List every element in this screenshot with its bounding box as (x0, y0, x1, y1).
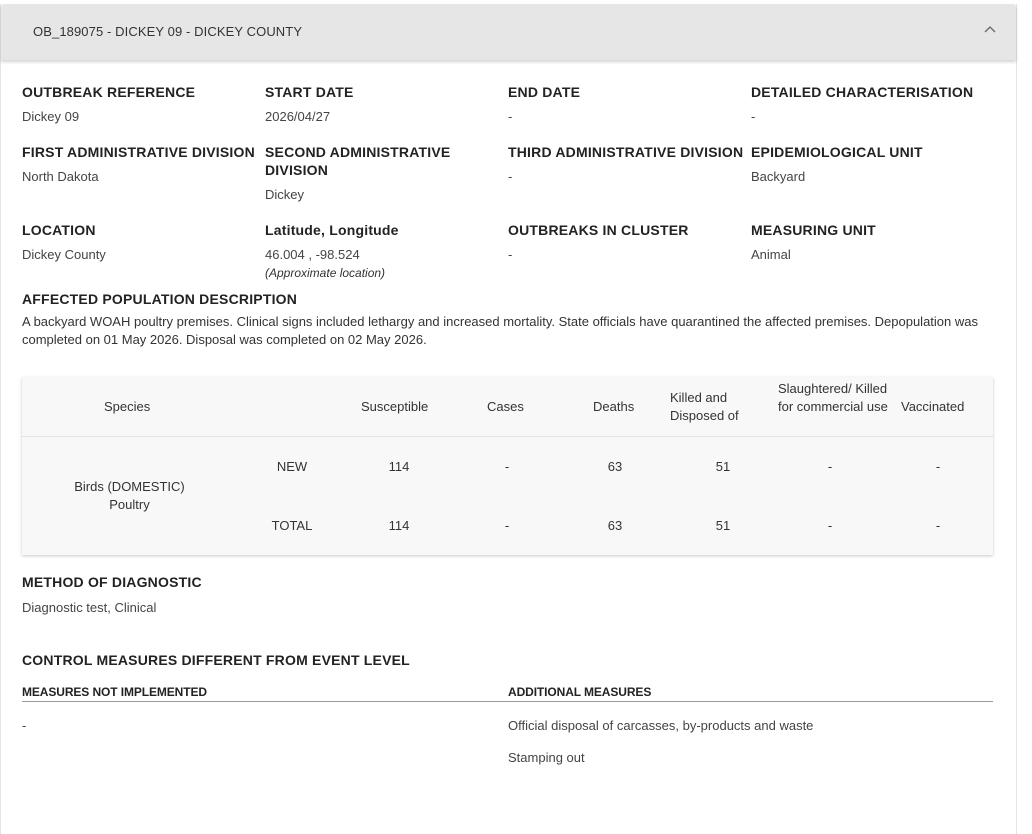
cell-vaccinated: - (935, 459, 941, 474)
cell-slaughtered: - (827, 518, 833, 533)
additional-measure-item: Stamping out (508, 750, 585, 765)
cell-slaughtered: - (827, 459, 833, 474)
field-epidemiological-unit: EPIDEMIOLOGICAL UNIT Backyard (751, 143, 987, 185)
additional-measure-item: Official disposal of carcasses, by-produ… (508, 718, 814, 733)
outbreak-panel-header[interactable]: OB_189075 - DICKEY 09 - DICKEY COUNTY (1, 4, 1016, 60)
field-label: MEASURING UNIT (751, 222, 876, 238)
species-cell: Birds (DOMESTIC) Poultry (52, 478, 207, 514)
field-third-admin-division: THIRD ADMINISTRATIVE DIVISION - (508, 143, 748, 185)
row-type: NEW (276, 459, 308, 474)
field-label: DETAILED CHARACTERISATION (751, 84, 974, 100)
species-table: Species Susceptible Cases Deaths Killed … (22, 377, 993, 555)
divider (22, 701, 993, 702)
approximate-location-note: (Approximate location) (265, 266, 386, 280)
field-first-admin-division: FIRST ADMINISTRATIVE DIVISION North Dako… (22, 143, 262, 185)
field-value: Backyard (751, 169, 806, 184)
field-measuring-unit: MEASURING UNIT Animal (751, 221, 987, 263)
field-value: 46.004 , -98.524 (265, 247, 360, 262)
cell-vaccinated: - (935, 518, 941, 533)
field-label: FIRST ADMINISTRATIVE DIVISION (22, 144, 255, 160)
additional-measures-label: ADDITIONAL MEASURES (508, 685, 652, 699)
cell-deaths: 63 (607, 459, 623, 474)
field-value: Dickey (265, 187, 305, 202)
th-species: Species (104, 399, 151, 414)
field-detailed-characterisation: DETAILED CHARACTERISATION - (751, 83, 1001, 125)
field-label: START DATE (265, 84, 354, 100)
field-label: EPIDEMIOLOGICAL UNIT (751, 144, 923, 160)
field-label: LOCATION (22, 222, 96, 238)
field-label: Latitude, Longitude (265, 222, 399, 238)
diagnostic-label: METHOD OF DIAGNOSTIC (22, 574, 202, 590)
field-value: - (751, 109, 756, 124)
outbreak-title: OB_189075 - DICKEY 09 - DICKEY COUNTY (33, 24, 303, 39)
field-value: - (508, 247, 513, 262)
measures-not-implemented-label: MEASURES NOT IMPLEMENTED (22, 685, 207, 699)
field-value: Dickey 09 (22, 109, 80, 124)
cell-deaths: 63 (607, 518, 623, 533)
field-label: SECOND ADMINISTRATIVE DIVISION (265, 144, 451, 178)
field-value: - (508, 169, 513, 184)
row-type: TOTAL (271, 518, 313, 533)
th-vaccinated: Vaccinated (901, 399, 965, 414)
control-measures-label: CONTROL MEASURES DIFFERENT FROM EVENT LE… (22, 652, 410, 668)
th-cases: Cases (487, 399, 524, 414)
diagnostic-value: Diagnostic test, Clinical (22, 600, 157, 615)
cell-cases: - (504, 518, 510, 533)
cell-susceptible: 114 (388, 518, 410, 533)
field-value: - (508, 109, 513, 124)
cell-cases: - (504, 459, 510, 474)
field-end-date: END DATE - (508, 83, 744, 125)
affected-population-label: AFFECTED POPULATION DESCRIPTION (22, 291, 298, 307)
field-lat-long: Latitude, Longitude 46.004 , -98.524 (Ap… (265, 221, 501, 281)
th-killed-disposed: Killed and Disposed of (670, 390, 739, 423)
field-value: Dickey County (22, 247, 106, 262)
field-location: LOCATION Dickey County (22, 221, 258, 263)
affected-population-text: A backyard WOAH poultry premises. Clinic… (22, 314, 978, 347)
table-header: Species Susceptible Cases Deaths Killed … (22, 377, 993, 437)
cell-susceptible: 114 (388, 459, 410, 474)
field-value: North Dakota (22, 169, 99, 184)
cell-killed: 51 (715, 518, 731, 533)
field-outbreak-reference: OUTBREAK REFERENCE Dickey 09 (22, 83, 258, 125)
th-susceptible: Susceptible (361, 399, 429, 414)
field-start-date: START DATE 2026/04/27 (265, 83, 501, 125)
species-type: Poultry (109, 497, 150, 512)
cell-killed: 51 (715, 459, 731, 474)
field-value: Animal (751, 247, 791, 262)
species-name: Birds (DOMESTIC) (74, 479, 185, 494)
chevron-up-icon[interactable] (982, 22, 998, 38)
field-outbreaks-in-cluster: OUTBREAKS IN CLUSTER - (508, 221, 744, 263)
field-label: END DATE (508, 84, 581, 100)
field-value: 2026/04/27 (265, 109, 331, 124)
field-label: OUTBREAK REFERENCE (22, 84, 196, 100)
field-second-admin-division: SECOND ADMINISTRATIVE DIVISION Dickey (265, 143, 485, 203)
field-label: THIRD ADMINISTRATIVE DIVISION (508, 144, 744, 160)
field-label: OUTBREAKS IN CLUSTER (508, 222, 689, 238)
th-slaughtered: Slaughtered/ Killed for commercial use (778, 381, 888, 414)
measures-not-implemented-value: - (22, 718, 27, 733)
th-deaths: Deaths (593, 399, 635, 414)
